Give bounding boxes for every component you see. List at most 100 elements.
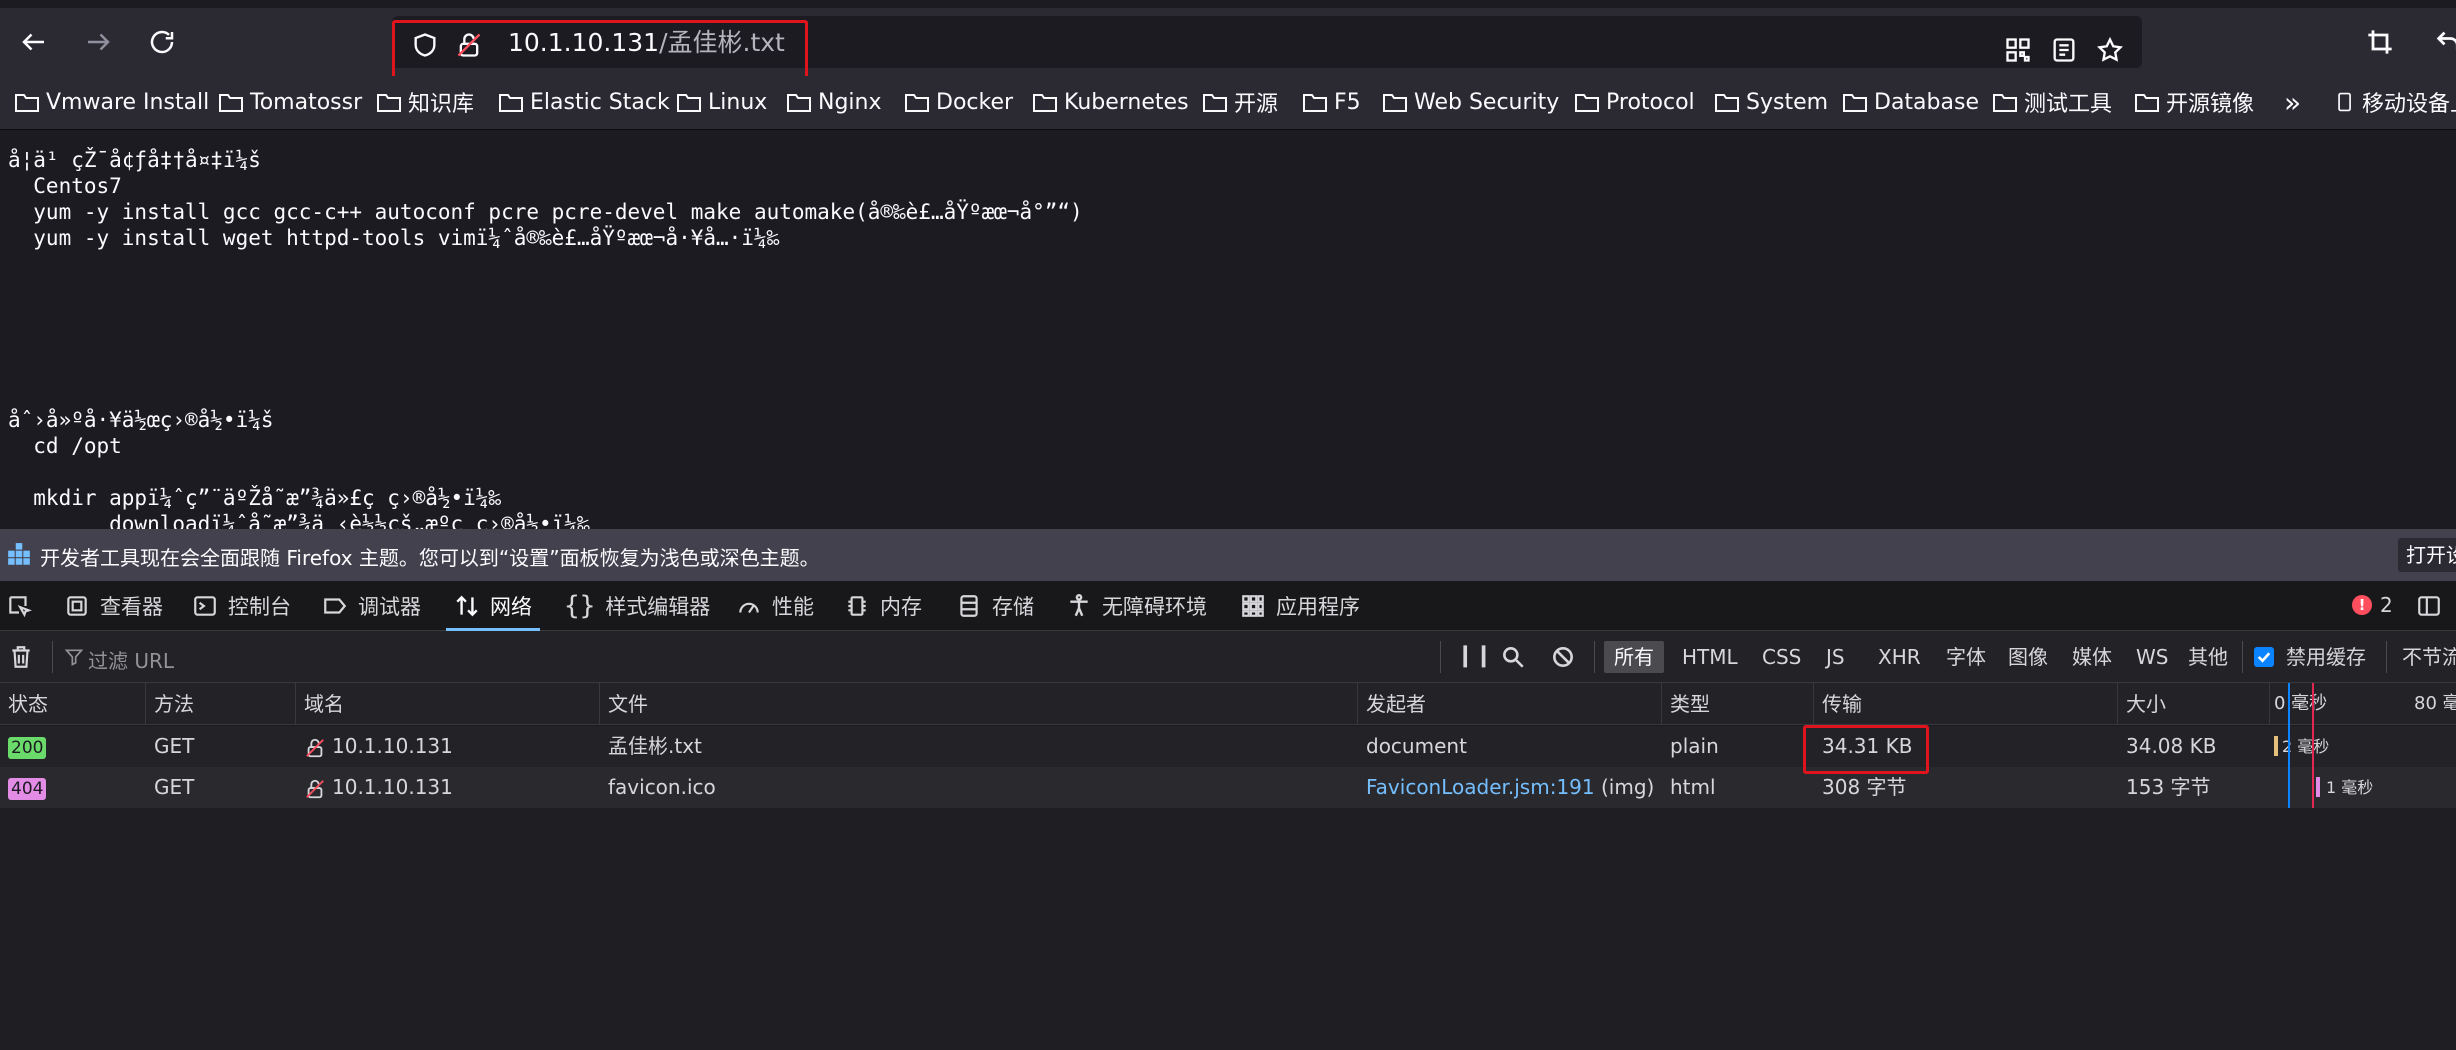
qr-code-button[interactable]	[1998, 30, 2038, 70]
initiator-link[interactable]: FaviconLoader.jsm:191	[1366, 775, 1595, 799]
bookmark-folder[interactable]: Database	[1842, 86, 1979, 118]
folder-icon	[787, 94, 811, 112]
filter-css-button[interactable]: CSS	[1752, 641, 1811, 673]
bookmark-folder[interactable]: Linux	[676, 86, 767, 118]
status-cell: 200	[0, 726, 146, 767]
tab-application[interactable]: 应用程序	[1240, 581, 1360, 631]
throttling-select[interactable]: 不节流	[2392, 641, 2456, 673]
bookmark-label: Docker	[936, 89, 1014, 115]
bookmark-folder[interactable]: F5	[1302, 86, 1361, 118]
column-method[interactable]: 方法	[146, 683, 296, 725]
tab-memory[interactable]: 内存	[844, 581, 922, 631]
bookmark-label: Tomatossr	[250, 89, 363, 115]
status-badge: 200	[8, 736, 47, 759]
filter-xhr-button[interactable]: XHR	[1868, 641, 1931, 673]
reader-view-button[interactable]	[2044, 30, 2084, 70]
bookmark-folder[interactable]: Kubernetes	[1032, 86, 1189, 118]
open-settings-button[interactable]: 打开设置	[2398, 538, 2456, 572]
folder-icon	[219, 94, 243, 112]
status-badge: 404	[8, 777, 47, 800]
tab-style-editor[interactable]: {} 样式编辑器	[564, 581, 710, 631]
bookmark-folder[interactable]: Web Security	[1382, 86, 1559, 118]
reload-button[interactable]	[142, 22, 182, 62]
bookmark-folder[interactable]: 测试工具	[1992, 86, 2112, 118]
chevron-double-right-icon: »	[2284, 85, 2302, 119]
bookmark-label: Linux	[708, 89, 768, 115]
column-initiator[interactable]: 发起者	[1358, 683, 1662, 725]
bookmark-folder[interactable]: Elastic Stack	[498, 86, 670, 118]
filter-images-button[interactable]: 图像	[1998, 641, 2058, 673]
tab-performance[interactable]: 性能	[736, 581, 814, 631]
request-row[interactable]: 404 GET 10.1.10.131 favicon.ico FaviconL…	[0, 767, 2456, 808]
disable-cache-checkbox[interactable]	[2254, 647, 2274, 667]
column-waterfall[interactable]: 0 毫秒 80 毫	[2270, 683, 2456, 725]
notice-text: 开发者工具现在会全面跟随 Firefox 主题。您可以到“设置”面板恢复为浅色或…	[40, 546, 820, 570]
reload-icon	[150, 30, 174, 54]
file-cell: 孟佳彬.txt	[608, 734, 702, 758]
tab-storage[interactable]: 存储	[956, 581, 1034, 631]
filter-all-button[interactable]: 所有	[1604, 641, 1664, 673]
toolbar-divider	[2386, 641, 2387, 673]
type-cell: plain	[1670, 734, 1719, 758]
tab-label: 内存	[880, 595, 922, 619]
column-status[interactable]: 状态	[0, 683, 146, 725]
element-picker-button[interactable]	[6, 581, 42, 631]
crop-screenshot-button[interactable]	[2360, 22, 2400, 62]
filter-js-button[interactable]: JS	[1816, 641, 1855, 673]
filter-ws-button[interactable]: WS	[2126, 641, 2178, 673]
tab-debugger[interactable]: 调试器	[322, 581, 421, 631]
qr-code-icon	[2006, 38, 2030, 62]
bookmark-star-button[interactable]	[2090, 30, 2130, 70]
tab-network[interactable]: 网络	[446, 581, 540, 631]
column-size[interactable]: 大小	[2118, 683, 2270, 725]
tab-label: 性能	[772, 595, 814, 619]
tab-inspector[interactable]: 查看器	[64, 581, 163, 631]
mobile-bookmarks-folder[interactable]: 移动设备上	[2334, 86, 2456, 118]
column-transferred[interactable]: 传输	[1814, 683, 2118, 725]
bookmark-folder[interactable]: 开源镜像	[2134, 86, 2254, 118]
pause-recording-button[interactable]: ❙❙	[1456, 643, 1493, 668]
search-button[interactable]	[1500, 644, 1526, 674]
initiator-cell: FaviconLoader.jsm:191 (img)	[1358, 767, 1662, 808]
error-count-badge[interactable]: ! 2	[2352, 593, 2393, 617]
bookmark-folder[interactable]: Nginx	[786, 86, 882, 118]
filter-html-button[interactable]: HTML	[1672, 641, 1748, 673]
bookmark-folder[interactable]: 开源	[1202, 86, 1278, 118]
request-row[interactable]: 200 GET 10.1.10.131 孟佳彬.txt document pla…	[0, 726, 2456, 767]
domain-text: 10.1.10.131	[332, 775, 453, 799]
dock-side-button[interactable]	[2416, 581, 2452, 631]
block-requests-button[interactable]	[1550, 644, 1576, 674]
filter-url-input[interactable]: 过滤 URL	[88, 645, 174, 674]
clear-requests-button[interactable]	[8, 643, 34, 675]
tab-console[interactable]: 控制台	[192, 581, 291, 631]
bookmark-label: Protocol	[1606, 89, 1695, 115]
forward-button[interactable]	[78, 22, 118, 62]
bookmark-folder[interactable]: Vmware Install	[14, 86, 209, 118]
filter-other-button[interactable]: 其他	[2178, 641, 2238, 673]
folder-icon	[15, 94, 39, 112]
performance-icon	[739, 602, 759, 614]
devtools-toolbox-icon	[8, 543, 30, 565]
pause-icon: ❙❙	[1456, 643, 1493, 668]
column-type[interactable]: 类型	[1662, 683, 1814, 725]
bookmark-folder[interactable]: Protocol	[1574, 86, 1695, 118]
back-button[interactable]	[14, 22, 54, 62]
filter-fonts-button[interactable]: 字体	[1936, 641, 1996, 673]
network-toolbar: 过滤 URL ❙❙ 所有 HTML CSS JS XHR 字体 图像 媒体 WS…	[0, 631, 2456, 683]
bookmark-folder[interactable]: 知识库	[376, 86, 474, 118]
bookmarks-overflow-button[interactable]: »	[2284, 85, 2302, 119]
tab-accessibility[interactable]: 无障碍环境	[1066, 581, 1207, 631]
filter-media-button[interactable]: 媒体	[2062, 641, 2122, 673]
devtools-tabbar: 查看器 控制台 调试器 网络 {} 样式编辑器 性能 内存 存储 无障碍环境 应…	[0, 581, 2456, 631]
disable-cache-label[interactable]: 禁用缓存	[2276, 641, 2376, 673]
column-domain[interactable]: 域名	[296, 683, 600, 725]
undo-button[interactable]	[2428, 22, 2456, 62]
bookmarks-toolbar: Vmware Install Tomatossr 知识库 Elastic Sta…	[0, 76, 2456, 130]
bookmark-folder[interactable]: Docker	[904, 86, 1013, 118]
file-cell: favicon.ico	[608, 775, 716, 799]
bookmark-folder[interactable]: System	[1714, 86, 1828, 118]
column-file[interactable]: 文件	[600, 683, 1358, 725]
folder-icon	[1575, 94, 1599, 112]
timing-label: 1 毫秒	[2326, 778, 2374, 797]
bookmark-folder[interactable]: Tomatossr	[218, 86, 362, 118]
